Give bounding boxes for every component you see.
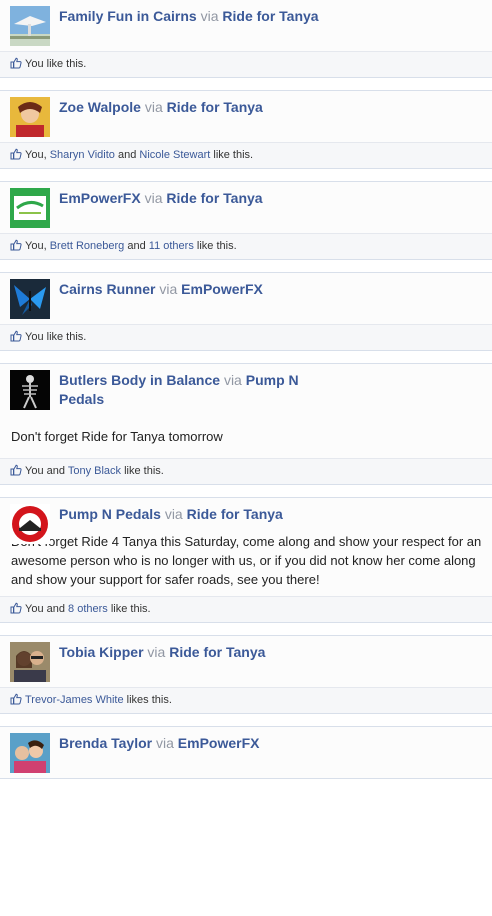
like-text: You and bbox=[25, 603, 69, 615]
story-title: Zoe Walpole via Ride for Tanya bbox=[59, 95, 329, 117]
author-link[interactable]: EmPowerFX bbox=[59, 190, 141, 206]
author-link[interactable]: Cairns Runner bbox=[59, 281, 155, 297]
pumpnpedals-logo-icon[interactable] bbox=[10, 504, 50, 544]
like-summary: You and Tony Black like this. bbox=[0, 458, 492, 484]
feed-story: EmPowerFX via Ride for Tanya You, Brett R… bbox=[0, 182, 492, 260]
story-separator bbox=[0, 623, 492, 636]
story-title: Family Fun in Cairns via Ride for Tanya bbox=[59, 4, 329, 26]
via-label: via bbox=[164, 506, 183, 522]
liker-link[interactable]: 8 others bbox=[68, 603, 108, 615]
like-text: like this. bbox=[107, 603, 151, 615]
feed-story: Zoe Walpole via Ride for Tanya You, Shary… bbox=[0, 91, 492, 169]
story-title: Butlers Body in Balance via Pump N Pedal… bbox=[59, 368, 329, 409]
author-link[interactable]: Family Fun in Cairns bbox=[59, 8, 197, 24]
story-header: Pump N Pedals via Ride for Tanya bbox=[0, 498, 492, 544]
story-header: Butlers Body in Balance via Pump N Pedal… bbox=[0, 364, 492, 410]
author-link[interactable]: Tobia Kipper bbox=[59, 644, 144, 660]
story-separator bbox=[0, 169, 492, 182]
news-feed: Family Fun in Cairns via Ride for Tanya Y… bbox=[0, 0, 492, 779]
liker-link[interactable]: Tony Black bbox=[68, 465, 121, 477]
story-header: Tobia Kipper via Ride for Tanya bbox=[0, 636, 492, 682]
app-link[interactable]: Ride for Tanya bbox=[167, 99, 263, 115]
thumbs-up-icon[interactable] bbox=[10, 327, 22, 352]
story-separator bbox=[0, 485, 492, 498]
story-title: Pump N Pedals via Ride for Tanya bbox=[59, 502, 329, 524]
via-label: via bbox=[200, 8, 219, 24]
like-text: like this. bbox=[210, 149, 254, 161]
liker-link[interactable]: Brett Roneberg bbox=[50, 240, 125, 252]
story-title: Cairns Runner via EmPowerFX bbox=[59, 277, 329, 299]
story-header: Zoe Walpole via Ride for Tanya bbox=[0, 91, 492, 137]
author-link[interactable]: Zoe Walpole bbox=[59, 99, 141, 115]
feed-story: Pump N Pedals via Ride for Tanya Don't fo… bbox=[0, 498, 492, 623]
feed-story: Brenda Taylor via EmPowerFX bbox=[0, 727, 492, 779]
app-link[interactable]: EmPowerFX bbox=[178, 735, 260, 751]
like-summary: You, Sharyn Vidito and Nicole Stewart li… bbox=[0, 142, 492, 168]
story-separator bbox=[0, 260, 492, 273]
thumbs-up-icon[interactable] bbox=[10, 461, 22, 486]
feed-story: Tobia Kipper via Ride for Tanya Trevor-Ja… bbox=[0, 636, 492, 714]
thumbs-up-icon[interactable] bbox=[10, 690, 22, 715]
feed-story: Cairns Runner via EmPowerFX You like this… bbox=[0, 273, 492, 351]
app-link[interactable]: Ride for Tanya bbox=[166, 190, 262, 206]
thumbs-up-icon[interactable] bbox=[10, 236, 22, 261]
story-header: EmPowerFX via Ride for Tanya bbox=[0, 182, 492, 228]
story-header: Family Fun in Cairns via Ride for Tanya bbox=[0, 0, 492, 46]
like-text: You like this. bbox=[25, 58, 87, 70]
like-summary: You, Brett Roneberg and 11 others like t… bbox=[0, 233, 492, 259]
via-label: via bbox=[159, 281, 178, 297]
story-message: Don't forget Ride for Tanya tomorrow bbox=[11, 429, 223, 444]
story-separator bbox=[0, 78, 492, 91]
like-text: You, bbox=[25, 149, 50, 161]
story-message: Don't forget Ride 4 Tanya this Saturday,… bbox=[11, 534, 482, 587]
app-link[interactable]: Ride for Tanya bbox=[169, 644, 265, 660]
via-label: via bbox=[144, 190, 163, 206]
like-text: likes this. bbox=[123, 694, 172, 706]
author-link[interactable]: Butlers Body in Balance bbox=[59, 372, 220, 388]
story-separator bbox=[0, 714, 492, 727]
sculpture-photo-icon[interactable] bbox=[10, 6, 50, 46]
story-separator bbox=[0, 351, 492, 364]
story-header: Cairns Runner via EmPowerFX bbox=[0, 273, 492, 319]
liker-link[interactable]: Nicole Stewart bbox=[139, 149, 210, 161]
app-link[interactable]: Ride for Tanya bbox=[187, 506, 283, 522]
like-summary: You like this. bbox=[0, 324, 492, 350]
feed-story: Butlers Body in Balance via Pump N Pedal… bbox=[0, 364, 492, 485]
empowerfx-logo-icon[interactable] bbox=[10, 188, 50, 228]
author-link[interactable]: Brenda Taylor bbox=[59, 735, 152, 751]
story-header: Brenda Taylor via EmPowerFX bbox=[0, 727, 492, 773]
via-label: via bbox=[144, 99, 163, 115]
feed-story: Family Fun in Cairns via Ride for Tanya Y… bbox=[0, 0, 492, 78]
via-label: via bbox=[223, 372, 242, 388]
via-label: via bbox=[156, 735, 174, 751]
thumbs-up-icon[interactable] bbox=[10, 599, 22, 624]
liker-link[interactable]: Trevor-James White bbox=[25, 694, 124, 706]
thumbs-up-icon[interactable] bbox=[10, 54, 22, 79]
skeleton-photo-icon[interactable] bbox=[10, 370, 50, 410]
butterfly-photo-icon[interactable] bbox=[10, 279, 50, 319]
couple-photo-icon[interactable] bbox=[10, 642, 50, 682]
like-summary: Trevor-James White likes this. bbox=[0, 687, 492, 713]
via-label: via bbox=[147, 644, 166, 660]
app-link[interactable]: EmPowerFX bbox=[181, 281, 263, 297]
story-title: Tobia Kipper via Ride for Tanya bbox=[59, 640, 329, 662]
person-photo-icon[interactable] bbox=[10, 97, 50, 137]
author-link[interactable]: Pump N Pedals bbox=[59, 506, 161, 522]
like-text: like this. bbox=[193, 240, 237, 252]
story-title: Brenda Taylor via EmPowerFX bbox=[59, 731, 329, 753]
group-photo-icon[interactable] bbox=[10, 733, 50, 773]
like-text: and bbox=[114, 149, 140, 161]
app-link[interactable]: Ride for Tanya bbox=[222, 8, 318, 24]
liker-link[interactable]: 11 others bbox=[149, 240, 194, 252]
like-summary: You like this. bbox=[0, 51, 492, 77]
like-text: You like this. bbox=[25, 331, 87, 343]
like-text: You and bbox=[25, 465, 68, 477]
like-text: like this. bbox=[121, 465, 164, 477]
story-title: EmPowerFX via Ride for Tanya bbox=[59, 186, 329, 208]
thumbs-up-icon[interactable] bbox=[10, 145, 22, 170]
like-text: You, bbox=[25, 240, 50, 252]
liker-link[interactable]: Sharyn Vidito bbox=[50, 149, 115, 161]
like-text: and bbox=[124, 240, 149, 252]
like-summary: You and 8 others like this. bbox=[0, 596, 492, 622]
